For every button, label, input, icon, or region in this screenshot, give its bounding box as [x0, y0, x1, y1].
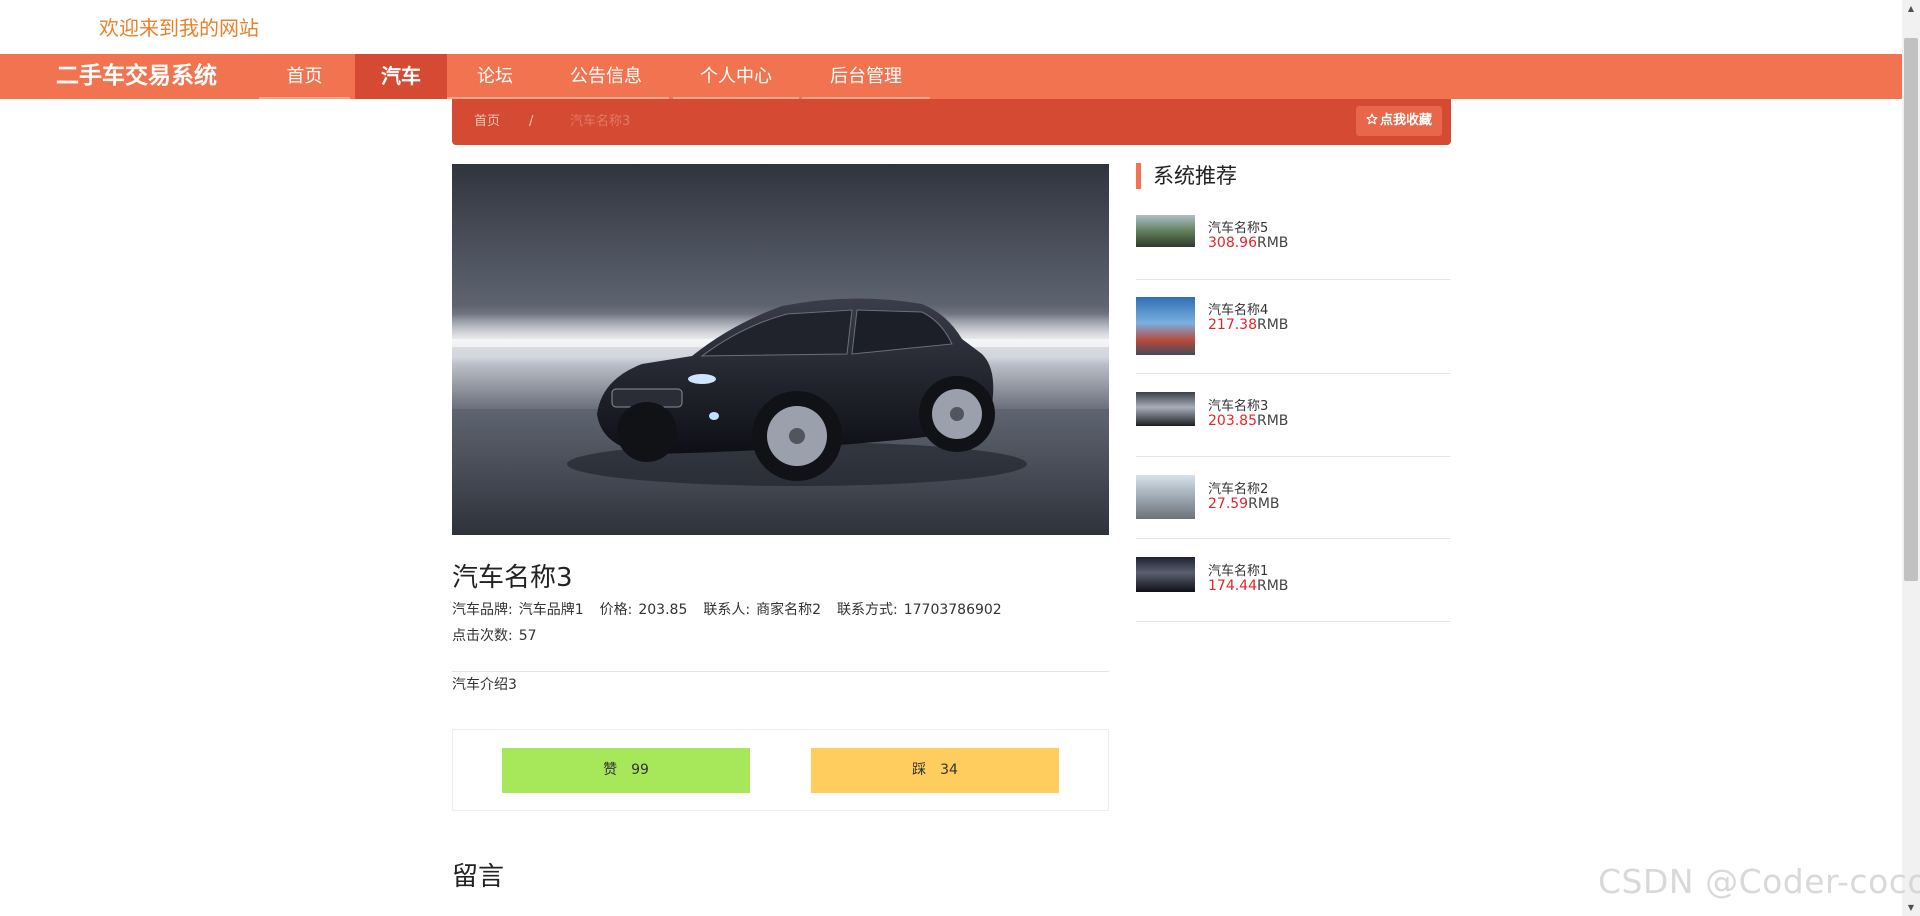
- watermark-text: CSDN @Coder-coco: [1598, 862, 1920, 901]
- recommend-name: 汽车名称1: [1208, 564, 1269, 579]
- recommend-thumbnail: [1136, 392, 1195, 426]
- recommend-currency: RMB: [1248, 496, 1280, 512]
- recommend-price-value: 217.38: [1208, 317, 1257, 333]
- phone-label: 联系方式:: [837, 602, 898, 618]
- clicks-label: 点击次数:: [452, 628, 513, 644]
- price-value: 203.85: [638, 602, 688, 618]
- nav-item-home[interactable]: 首页: [259, 54, 350, 99]
- breadcrumb: 首页 / 汽车名称3 点我收藏: [452, 99, 1451, 145]
- recommend-thumbnail: [1136, 475, 1195, 519]
- recommend-price: 203.85RMB: [1208, 413, 1288, 429]
- breadcrumb-home[interactable]: 首页: [474, 99, 500, 145]
- star-outline-icon: [1366, 113, 1378, 125]
- scroll-up-arrow-icon[interactable]: ▲: [1902, 0, 1920, 17]
- car-intro: 汽车介绍3: [452, 677, 517, 693]
- breadcrumb-current: 汽车名称3: [570, 114, 631, 129]
- nav-item-forum[interactable]: 论坛: [447, 54, 543, 99]
- recommend-item[interactable]: 汽车名称4 217.38RMB: [1136, 280, 1451, 374]
- dislike-label: 踩: [912, 762, 927, 778]
- recommend-price: 174.44RMB: [1208, 578, 1288, 594]
- vote-panel: 赞 99 踩 34: [452, 729, 1109, 811]
- scrollbar-thumb[interactable]: [1904, 38, 1918, 581]
- recommend-price: 308.96RMB: [1208, 235, 1288, 251]
- recommend-price-value: 203.85: [1208, 413, 1257, 429]
- recommend-item[interactable]: 汽车名称2 27.59RMB: [1136, 457, 1451, 539]
- phone-value: 17703786902: [903, 602, 1002, 618]
- recommend-price-value: 174.44: [1208, 578, 1257, 594]
- recommend-item[interactable]: 汽车名称5 308.96RMB: [1136, 214, 1451, 280]
- page-scrollbar[interactable]: ▲ ▼: [1902, 0, 1920, 916]
- clicks-value: 57: [518, 628, 537, 644]
- recommend-currency: RMB: [1257, 578, 1289, 594]
- like-label: 赞: [603, 762, 618, 778]
- favorite-button[interactable]: 点我收藏: [1355, 106, 1442, 136]
- recommend-price: 217.38RMB: [1208, 317, 1288, 333]
- recommend-name: 汽车名称4: [1208, 303, 1269, 318]
- recommend-price-value: 308.96: [1208, 235, 1257, 251]
- site-brand[interactable]: 二手车交易系统: [56, 54, 217, 99]
- car-main-image: [452, 164, 1109, 535]
- recommend-name: 汽车名称5: [1208, 221, 1269, 236]
- welcome-text: 欢迎来到我的网站: [99, 16, 259, 40]
- recommend-title: 系统推荐: [1136, 163, 1237, 189]
- brand-value: 汽车品牌1: [518, 602, 584, 618]
- recommend-price-value: 27.59: [1208, 496, 1249, 512]
- like-count: 99: [631, 762, 649, 778]
- recommend-thumbnail: [1136, 215, 1195, 247]
- car-photo: [452, 298, 1109, 535]
- recommend-currency: RMB: [1257, 413, 1289, 429]
- scroll-down-arrow-icon[interactable]: ▼: [1902, 899, 1920, 916]
- brand-label: 汽车品牌:: [452, 602, 513, 618]
- nav-item-admin[interactable]: 后台管理: [802, 54, 930, 99]
- recommend-item[interactable]: 汽车名称1 174.44RMB: [1136, 539, 1451, 622]
- recommend-thumbnail: [1136, 557, 1195, 592]
- nav-item-personal-center[interactable]: 个人中心: [673, 54, 799, 99]
- recommend-currency: RMB: [1257, 235, 1289, 251]
- like-button[interactable]: 赞 99: [502, 748, 750, 793]
- recommend-name: 汽车名称2: [1208, 482, 1269, 497]
- favorite-label: 点我收藏: [1379, 113, 1432, 128]
- contact-value: 商家名称2: [756, 602, 821, 618]
- recommend-item[interactable]: 汽车名称3 203.85RMB: [1136, 374, 1451, 457]
- car-info-row-1: 汽车品牌: 汽车品牌1 价格: 203.85 联系人: 商家名称2 联系方式: 1770378…: [452, 599, 1018, 619]
- recommend-price: 27.59RMB: [1208, 496, 1280, 512]
- recommend-name: 汽车名称3: [1208, 399, 1269, 414]
- car-title: 汽车名称3: [452, 563, 573, 593]
- comments-title: 留言: [452, 862, 505, 892]
- nav-item-announcements[interactable]: 公告信息: [543, 54, 669, 99]
- dislike-count: 34: [940, 762, 958, 778]
- dislike-button[interactable]: 踩 34: [811, 748, 1059, 793]
- nav-item-cars[interactable]: 汽车: [355, 54, 447, 99]
- recommend-thumbnail: [1136, 297, 1195, 355]
- breadcrumb-separator: /: [529, 114, 534, 129]
- main-navbar: 二手车交易系统 首页 汽车 论坛 公告信息 个人中心 后台管理: [0, 54, 1902, 99]
- recommend-currency: RMB: [1257, 317, 1289, 333]
- contact-label: 联系人:: [703, 602, 751, 618]
- car-info-row-2: 点击次数: 57: [452, 625, 553, 645]
- detail-divider: [452, 671, 1109, 672]
- price-label: 价格:: [599, 602, 633, 618]
